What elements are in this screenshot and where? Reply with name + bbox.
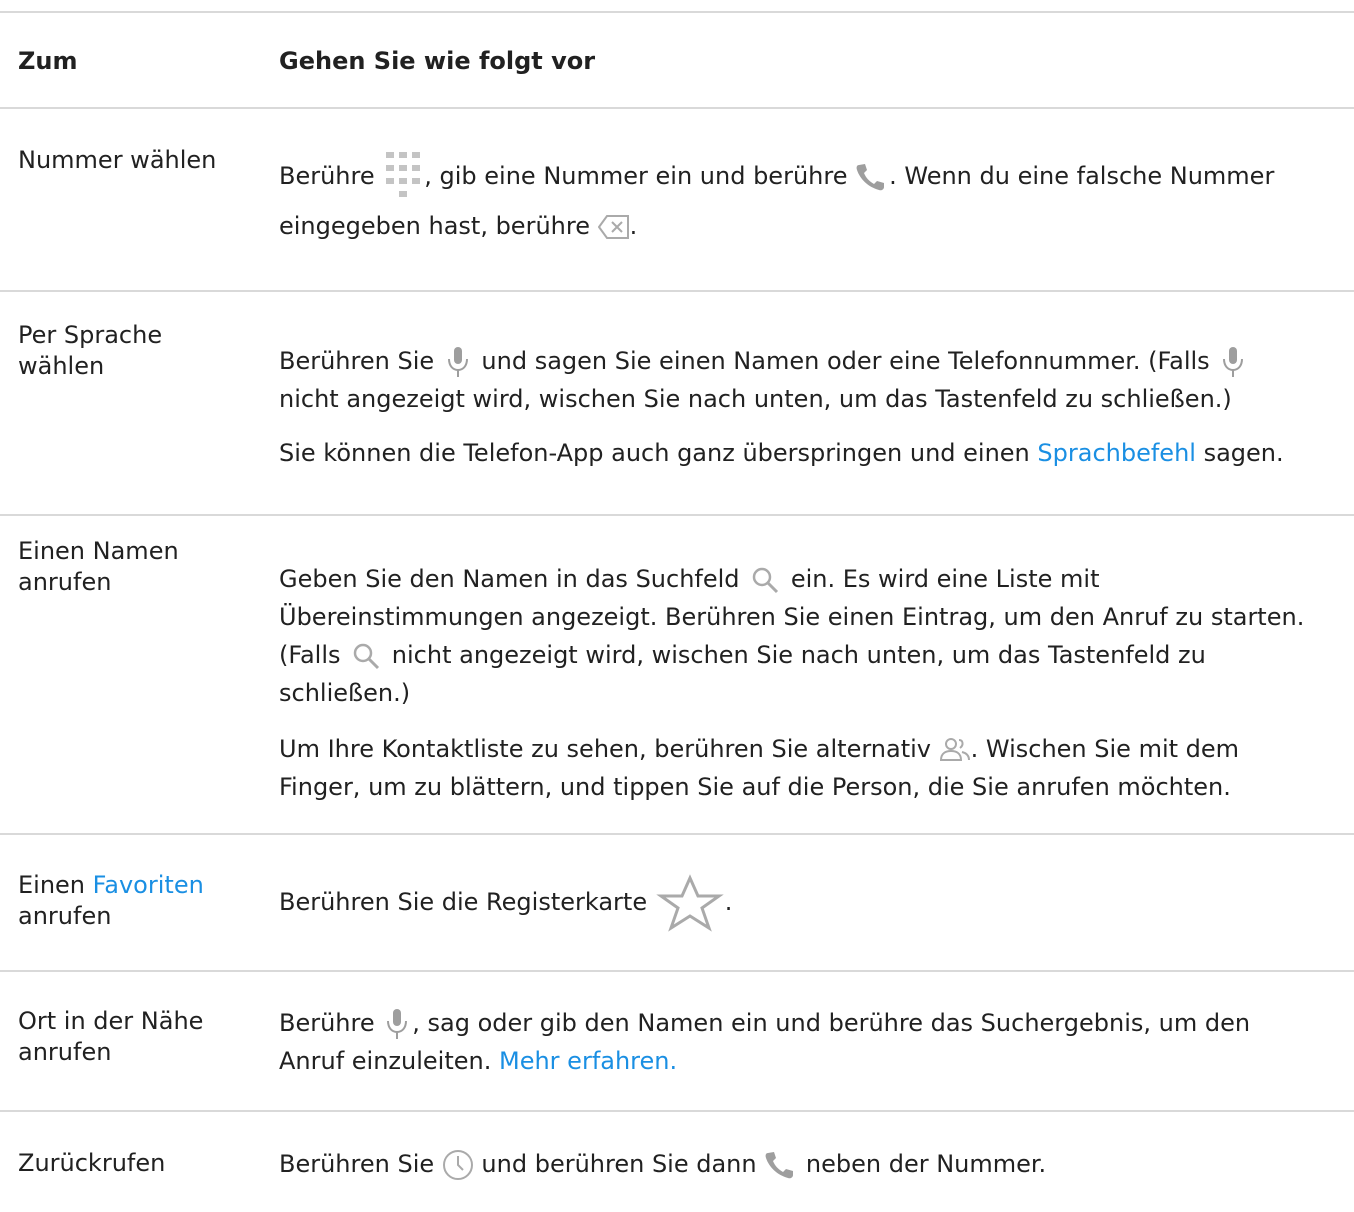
text: . Wenn du eine falsche Nummer [889, 162, 1275, 190]
text: Berühren Sie [279, 1150, 435, 1178]
text: Anruf einzuleiten. [279, 1047, 492, 1075]
text: und berühren Sie dann [481, 1150, 757, 1178]
text: ein. Es wird eine Liste mit [790, 565, 1100, 593]
row-action: Zurückrufen [18, 1149, 166, 1177]
instructions-table: Zum Gehen Sie wie folgt vor Nummer wähle… [0, 0, 1354, 1212]
row-instructions: Berühren Sie die Registerkarte . [279, 874, 1349, 932]
text: Sie können die Telefon-App auch ganz übe… [279, 439, 1030, 467]
text: Berühren Sie [279, 347, 435, 375]
row-instructions: Berühre , gib eine Nummer ein und berühr… [279, 139, 1349, 243]
divider [0, 290, 1354, 292]
mehr-erfahren-link[interactable]: Mehr erfahren. [499, 1047, 677, 1075]
text: Berühre [279, 162, 375, 190]
divider [0, 107, 1354, 109]
text: Einen [18, 871, 86, 899]
text: anrufen [18, 902, 112, 930]
text: Berühre [279, 1009, 375, 1037]
header-zum: Zum [18, 47, 78, 75]
text: sagen. [1203, 439, 1284, 467]
divider [0, 514, 1354, 516]
row-action: Einen Favoriten anrufen [18, 870, 248, 932]
text: schließen.) [279, 679, 411, 707]
header-vorgehen: Gehen Sie wie folgt vor [279, 47, 596, 75]
sprachbefehl-link[interactable]: Sprachbefehl [1037, 439, 1196, 467]
text: Um Ihre Kontaktliste zu sehen, berühren … [279, 735, 931, 763]
text: . Wischen Sie mit dem [970, 735, 1240, 763]
row-action: Nummer wählen [18, 146, 217, 174]
row-instructions: Berühren Sie und berühren Sie dann neben… [279, 1145, 1349, 1183]
row-action: Einen Namen anrufen [18, 537, 179, 596]
row-instructions: Berühren Sie und sagen Sie einen Namen o… [279, 342, 1349, 470]
text: eingegeben hast, berühre [279, 212, 590, 240]
text: und sagen Sie einen Namen oder eine Tele… [481, 347, 1210, 375]
divider [0, 1110, 1354, 1112]
mic-icon [445, 345, 471, 379]
divider [0, 11, 1354, 13]
row-instructions: Geben Sie den Namen in das Suchfeld ein.… [279, 560, 1349, 806]
text: (Falls [279, 641, 341, 669]
backspace-icon [597, 214, 630, 240]
text: , gib eine Nummer ein und berühre [424, 162, 848, 190]
phone-icon [855, 162, 889, 192]
mic-icon [1220, 345, 1246, 379]
dialpad-icon [386, 149, 421, 205]
text: nicht angezeigt wird, wischen Sie nach u… [279, 385, 1232, 413]
text: Berühren Sie die Registerkarte [279, 888, 648, 916]
search-icon [351, 641, 381, 671]
star-icon [655, 874, 725, 932]
text: Finger, um zu blättern, und tippen Sie a… [279, 773, 1231, 801]
divider [0, 833, 1354, 835]
text: . [629, 212, 638, 240]
text: , sag oder gib den Namen ein und berühre… [412, 1009, 1251, 1037]
clock-icon [442, 1149, 474, 1181]
contacts-icon [939, 736, 971, 764]
text: Übereinstimmungen angezeigt. Berühren Si… [279, 603, 1305, 631]
text: neben der Nummer. [805, 1150, 1047, 1178]
text: . [724, 888, 733, 916]
row-action: Per Sprache wählen [18, 321, 163, 380]
text: Geben Sie den Namen in das Suchfeld [279, 565, 740, 593]
divider [0, 970, 1354, 972]
row-instructions: Berühre , sag oder gib den Namen ein und… [279, 1004, 1349, 1080]
phone-icon [764, 1150, 798, 1180]
mic-icon [384, 1007, 410, 1041]
text: nicht angezeigt wird, wischen Sie nach u… [391, 641, 1206, 669]
favoriten-link[interactable]: Favoriten [93, 871, 204, 899]
search-icon [750, 565, 780, 595]
row-action: Ort in der Nähe anrufen [18, 1007, 204, 1066]
